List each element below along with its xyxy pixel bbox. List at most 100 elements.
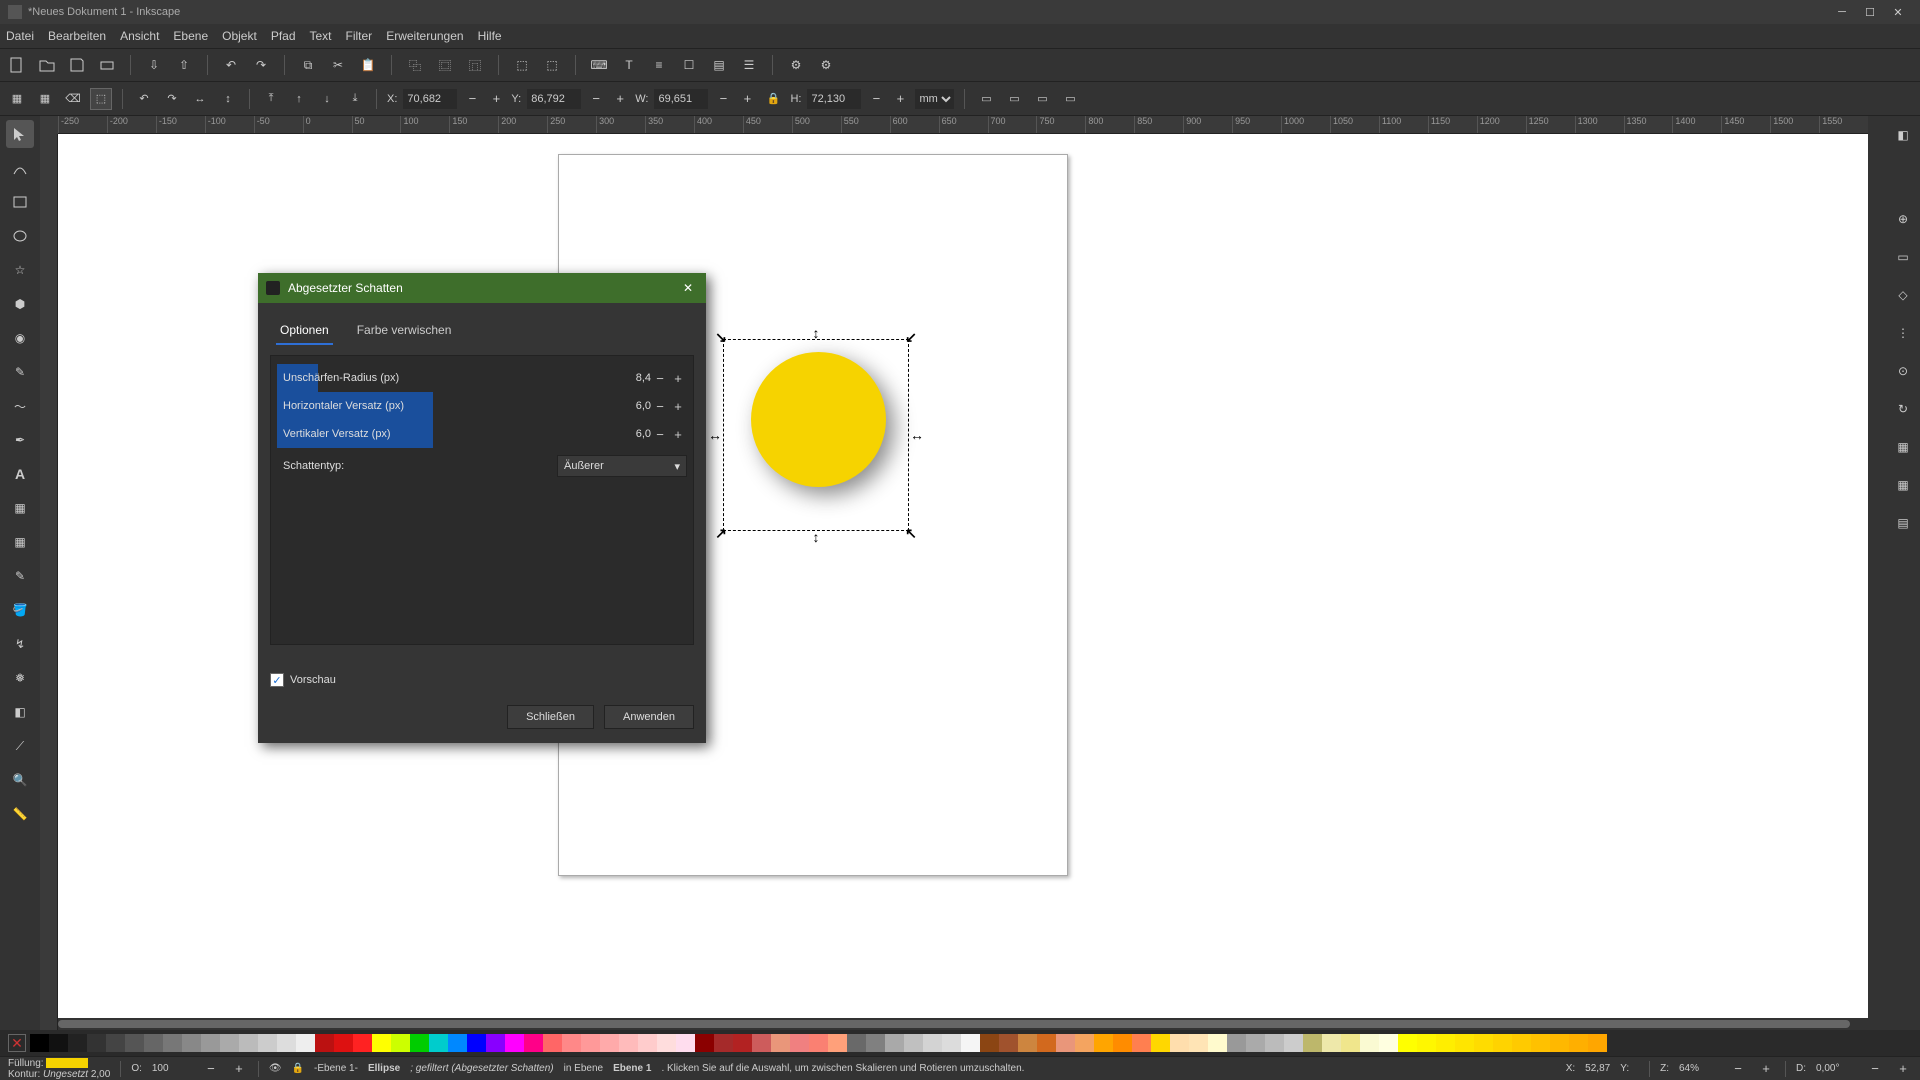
- rot-dec[interactable]: −: [1866, 1061, 1884, 1076]
- opacity-dec[interactable]: −: [202, 1061, 220, 1076]
- color-swatch[interactable]: [1360, 1034, 1379, 1052]
- param-blur-radius[interactable]: Unschärfen-Radius (px) 8,4 − +: [277, 364, 687, 392]
- undo-button[interactable]: ↶: [220, 54, 242, 76]
- color-swatch[interactable]: [201, 1034, 220, 1052]
- color-swatch[interactable]: [1588, 1034, 1607, 1052]
- color-swatch[interactable]: [1037, 1034, 1056, 1052]
- color-swatch[interactable]: [904, 1034, 923, 1052]
- tab-farbe-verwischen[interactable]: Farbe verwischen: [353, 317, 456, 345]
- color-swatch[interactable]: [68, 1034, 87, 1052]
- handle-sw[interactable]: ↗: [716, 528, 726, 538]
- color-swatch[interactable]: [1094, 1034, 1113, 1052]
- text-tool-button[interactable]: T: [618, 54, 640, 76]
- handle-s[interactable]: ↕: [811, 532, 821, 542]
- handle-e[interactable]: ↔: [912, 430, 922, 440]
- dock-toggle-icon[interactable]: ◧: [1892, 124, 1914, 146]
- color-swatch[interactable]: [1341, 1034, 1360, 1052]
- color-swatch[interactable]: [353, 1034, 372, 1052]
- color-swatch[interactable]: [847, 1034, 866, 1052]
- color-swatch[interactable]: [695, 1034, 714, 1052]
- color-swatch[interactable]: [1550, 1034, 1569, 1052]
- color-swatch[interactable]: [410, 1034, 429, 1052]
- 3dbox-tool[interactable]: ⬢: [6, 290, 34, 318]
- color-swatch[interactable]: [1474, 1034, 1493, 1052]
- color-swatch[interactable]: [125, 1034, 144, 1052]
- color-swatch[interactable]: [543, 1034, 562, 1052]
- visibility-icon[interactable]: 👁: [269, 1063, 282, 1074]
- mesh-tool[interactable]: ▦: [6, 528, 34, 556]
- menu-filter[interactable]: Filter: [346, 29, 373, 43]
- color-swatch[interactable]: [1303, 1034, 1322, 1052]
- y-dec[interactable]: −: [587, 91, 605, 106]
- spiral-tool[interactable]: ◉: [6, 324, 34, 352]
- h-dec[interactable]: −: [867, 91, 885, 106]
- color-swatch[interactable]: [600, 1034, 619, 1052]
- color-swatch[interactable]: [163, 1034, 182, 1052]
- preview-checkbox[interactable]: ✓ Vorschau: [270, 673, 694, 687]
- text-tool[interactable]: A: [6, 460, 34, 488]
- color-swatch[interactable]: [1531, 1034, 1550, 1052]
- raise-top-button[interactable]: ⤒: [260, 88, 282, 110]
- color-swatch[interactable]: [942, 1034, 961, 1052]
- unlink-button[interactable]: ⿵: [464, 54, 486, 76]
- rot-inc[interactable]: +: [1894, 1061, 1912, 1076]
- color-swatch[interactable]: [1455, 1034, 1474, 1052]
- y-inc[interactable]: +: [611, 91, 629, 106]
- opacity-inc[interactable]: +: [230, 1061, 248, 1076]
- unit-select[interactable]: mm: [915, 89, 954, 109]
- cut-button[interactable]: ✂: [327, 54, 349, 76]
- color-swatch[interactable]: [581, 1034, 600, 1052]
- export-button[interactable]: ⇧: [173, 54, 195, 76]
- selector-tool[interactable]: [6, 120, 34, 148]
- bezier-tool[interactable]: 〜: [6, 392, 34, 420]
- menu-erweiterungen[interactable]: Erweiterungen: [386, 29, 463, 43]
- stroke-value[interactable]: Ungesetzt: [43, 1069, 88, 1080]
- color-swatch[interactable]: [1284, 1034, 1303, 1052]
- color-swatch[interactable]: [828, 1034, 847, 1052]
- layer-selector[interactable]: -Ebene 1-: [314, 1063, 358, 1074]
- eraser-tool[interactable]: ◧: [6, 698, 34, 726]
- affect-gradient-button[interactable]: ▭: [1031, 88, 1053, 110]
- color-swatch[interactable]: [391, 1034, 410, 1052]
- ruler-vertical[interactable]: [40, 134, 58, 1030]
- menu-ebene[interactable]: Ebene: [173, 29, 208, 43]
- toggle-bbox-button[interactable]: ⬚: [90, 88, 112, 110]
- param-h-offset[interactable]: Horizontaler Versatz (px) 6,0 − +: [277, 392, 687, 420]
- gradient-tool[interactable]: ▦: [6, 494, 34, 522]
- snap-rotation-icon[interactable]: ↻: [1892, 398, 1914, 420]
- color-swatch[interactable]: [714, 1034, 733, 1052]
- flip-v-button[interactable]: ↕: [217, 88, 239, 110]
- color-swatch[interactable]: [961, 1034, 980, 1052]
- color-swatch[interactable]: [1018, 1034, 1037, 1052]
- ruler-horizontal[interactable]: -250-200-150-100-50050100150200250300350…: [58, 116, 1868, 134]
- ellipse-tool[interactable]: [6, 222, 34, 250]
- calligraphy-tool[interactable]: ✒: [6, 426, 34, 454]
- color-swatch[interactable]: [752, 1034, 771, 1052]
- color-swatch[interactable]: [505, 1034, 524, 1052]
- tab-optionen[interactable]: Optionen: [276, 317, 333, 345]
- color-swatch[interactable]: [676, 1034, 695, 1052]
- fill-swatch[interactable]: [46, 1058, 88, 1068]
- blur-inc[interactable]: +: [669, 371, 687, 386]
- color-swatch[interactable]: [448, 1034, 467, 1052]
- color-swatch[interactable]: [866, 1034, 885, 1052]
- snap-page-icon[interactable]: ▦: [1892, 436, 1914, 458]
- import-button[interactable]: ⇩: [143, 54, 165, 76]
- zoom-inc[interactable]: +: [1757, 1061, 1775, 1076]
- snap-bbox-icon[interactable]: ▭: [1892, 246, 1914, 268]
- color-swatch[interactable]: [106, 1034, 125, 1052]
- color-swatch[interactable]: [1151, 1034, 1170, 1052]
- color-swatch[interactable]: [1075, 1034, 1094, 1052]
- voff-inc[interactable]: +: [669, 427, 687, 442]
- new-doc-button[interactable]: [6, 54, 28, 76]
- connector-tool[interactable]: ⟋: [6, 732, 34, 760]
- color-swatch[interactable]: [1569, 1034, 1588, 1052]
- color-swatch[interactable]: [1170, 1034, 1189, 1052]
- color-swatch[interactable]: [277, 1034, 296, 1052]
- color-swatch[interactable]: [1436, 1034, 1455, 1052]
- color-swatch[interactable]: [30, 1034, 49, 1052]
- zoom-dec[interactable]: −: [1729, 1061, 1747, 1076]
- selectors-button[interactable]: ☐: [678, 54, 700, 76]
- color-swatch[interactable]: [296, 1034, 315, 1052]
- handle-ne[interactable]: ↙: [906, 332, 916, 342]
